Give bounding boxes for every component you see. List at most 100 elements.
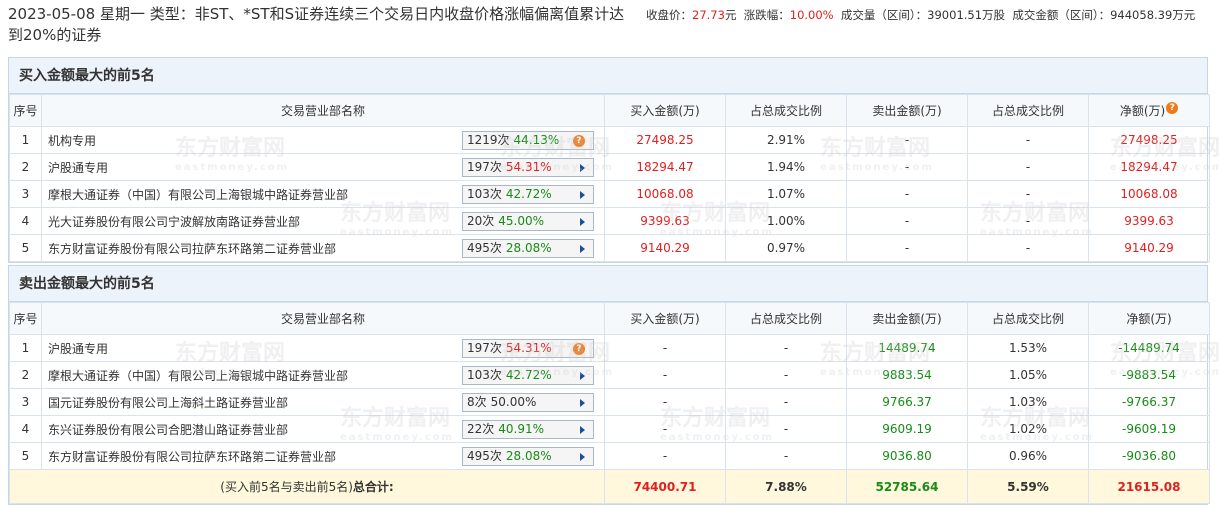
buy-amount: 27498.25: [604, 126, 726, 154]
branch-stat-box[interactable]: 1219次 44.13%?: [462, 131, 594, 150]
buy-amount: -: [604, 334, 726, 362]
branch-count: 103次: [467, 368, 502, 382]
sell-amount: -: [846, 180, 968, 208]
branch-name[interactable]: 东兴证券股份有限公司合肥潜山路证券营业部: [48, 423, 288, 437]
amount-label: 成交金额（区间）：: [1012, 8, 1111, 22]
buy-ratio: 1.00%: [725, 207, 847, 235]
table-row: 4 东兴证券股份有限公司合肥潜山路证券营业部 22次 40.91% - -9609.19 1…: [9, 415, 1210, 443]
buy-ratio: 1.94%: [725, 153, 847, 181]
branch-rate: 54.31%: [505, 341, 552, 355]
arrow-right-icon[interactable]: [580, 218, 585, 226]
row-index: 1: [9, 126, 42, 154]
row-index: 2: [9, 153, 42, 181]
branch-stat-box[interactable]: 197次 54.31%: [462, 158, 594, 177]
buy-ratio: -: [725, 388, 847, 416]
branch-name[interactable]: 机构专用: [48, 134, 96, 148]
sell-panel: 卖出金额最大的前5名 序号 交易营业部名称 买入金额(万) 占总成交比例 卖出金…: [8, 265, 1210, 505]
branch-name-cell: 沪股通专用 197次 54.31%: [41, 153, 605, 181]
branch-name[interactable]: 沪股通专用: [48, 342, 108, 356]
net-amount: -9609.19: [1088, 415, 1210, 443]
amount-value: 944058.39万元: [1110, 8, 1196, 22]
branch-name[interactable]: 摩根大通证券（中国）有限公司上海银城中路证券营业部: [48, 188, 348, 202]
branch-name[interactable]: 光大证券股份有限公司宁波解放南路证券营业部: [48, 215, 300, 229]
arrow-right-icon[interactable]: [580, 426, 585, 434]
arrow-right-icon[interactable]: [580, 453, 585, 461]
branch-name[interactable]: 沪股通专用: [48, 161, 108, 175]
buy-amount: 18294.47: [604, 153, 726, 181]
row-index: 1: [9, 334, 42, 362]
buy-amount: -: [604, 442, 726, 470]
buy-ratio: -: [725, 361, 847, 389]
sell-ratio: 1.53%: [967, 334, 1089, 362]
table-row: 1 沪股通专用 197次 54.31%? - -14489.74 1.53% -14489.7…: [9, 334, 1210, 362]
branch-rate: 28.08%: [505, 241, 552, 255]
branch-stat-box[interactable]: 103次 42.72%: [462, 366, 594, 385]
net-amount: 18294.47: [1088, 153, 1210, 181]
summary-label: (买入前5名与卖出前5名)总合计:: [9, 469, 605, 504]
net-amount: 9140.29: [1088, 234, 1210, 262]
branch-name[interactable]: 东方财富证券股份有限公司拉萨东环路第二证券营业部: [48, 450, 336, 464]
branch-stat-box[interactable]: 197次 54.31%?: [462, 339, 594, 358]
table-row: 3 国元证券股份有限公司上海斜土路证券营业部 8次 50.00% - -9766.37 1.…: [9, 388, 1210, 416]
net-amount: -9766.37: [1088, 388, 1210, 416]
branch-stat-box[interactable]: 495次 28.08%: [462, 239, 594, 258]
sell-amount: 9766.37: [846, 388, 968, 416]
col-net-label: 净额(万): [1119, 104, 1166, 118]
sell-amount: 9609.19: [846, 415, 968, 443]
table-row: 3 摩根大通证券（中国）有限公司上海银城中路证券营业部 103次 42.72% 1006…: [9, 180, 1210, 208]
sell-ratio: -: [967, 207, 1089, 235]
arrow-right-icon[interactable]: [580, 372, 585, 380]
branch-name[interactable]: 国元证券股份有限公司上海斜土路证券营业部: [48, 396, 288, 410]
branch-count: 495次: [467, 449, 502, 463]
sell-ratio: -: [967, 153, 1089, 181]
row-index: 2: [9, 361, 42, 389]
col-buy-amount: 买入金额(万): [604, 302, 726, 335]
question-icon[interactable]: ?: [1166, 102, 1179, 114]
arrow-right-icon[interactable]: [580, 399, 585, 407]
branch-name-cell: 机构专用 1219次 44.13%?: [41, 126, 605, 154]
question-icon[interactable]: ?: [573, 343, 585, 355]
branch-count: 495次: [467, 241, 502, 255]
table-row: 5 东方财富证券股份有限公司拉萨东环路第二证券营业部 495次 28.08% 9140.…: [9, 234, 1210, 262]
net-amount: -9036.80: [1088, 442, 1210, 470]
branch-name[interactable]: 东方财富证券股份有限公司拉萨东环路第二证券营业部: [48, 242, 336, 256]
buy-amount: -: [604, 388, 726, 416]
branch-rate: 54.31%: [505, 160, 552, 174]
sell-amount: -: [846, 234, 968, 262]
col-sell-amount: 卖出金额(万): [846, 302, 968, 335]
table-row: 5 东方财富证券股份有限公司拉萨东环路第二证券营业部 495次 28.08% - -903…: [9, 442, 1210, 470]
col-branch-name: 交易营业部名称: [41, 302, 605, 335]
table-row: 4 光大证券股份有限公司宁波解放南路证券营业部 20次 45.00% 9399.63 1.…: [9, 207, 1210, 235]
branch-stat-box[interactable]: 103次 42.72%: [462, 185, 594, 204]
branch-name[interactable]: 摩根大通证券（中国）有限公司上海银城中路证券营业部: [48, 369, 348, 383]
arrow-right-icon[interactable]: [580, 245, 585, 253]
branch-name-cell: 东方财富证券股份有限公司拉萨东环路第二证券营业部 495次 28.08%: [41, 234, 605, 262]
branch-rate: 44.13%: [513, 133, 560, 147]
buy-amount: -: [604, 415, 726, 443]
col-branch-name: 交易营业部名称: [41, 94, 605, 127]
net-amount: 10068.08: [1088, 180, 1210, 208]
arrow-right-icon[interactable]: [580, 164, 585, 172]
table-row: 1 机构专用 1219次 44.13%? 27498.25 2.91% - -27498.25: [9, 126, 1210, 154]
summary-label-bold: 总合计:: [352, 480, 394, 494]
sell-section-title: 卖出金额最大的前5名: [9, 266, 1207, 302]
buy-ratio: 2.91%: [725, 126, 847, 154]
col-buy-amount: 买入金额(万): [604, 94, 726, 127]
sell-ratio: 0.96%: [967, 442, 1089, 470]
question-icon[interactable]: ?: [573, 135, 585, 147]
branch-rate: 45.00%: [498, 214, 545, 228]
arrow-right-icon[interactable]: [580, 191, 585, 199]
branch-name-cell: 摩根大通证券（中国）有限公司上海银城中路证券营业部 103次 42.72%: [41, 180, 605, 208]
branch-name-cell: 国元证券股份有限公司上海斜土路证券营业部 8次 50.00%: [41, 388, 605, 416]
row-index: 3: [9, 388, 42, 416]
branch-name-cell: 光大证券股份有限公司宁波解放南路证券营业部 20次 45.00%: [41, 207, 605, 235]
branch-name-cell: 东方财富证券股份有限公司拉萨东环路第二证券营业部 495次 28.08%: [41, 442, 605, 470]
branch-count: 1219次: [467, 133, 510, 147]
col-buy-ratio: 占总成交比例: [725, 94, 847, 127]
branch-stat-box[interactable]: 22次 40.91%: [462, 420, 594, 439]
branch-stat-box[interactable]: 8次 50.00%: [462, 393, 594, 412]
branch-stat-box[interactable]: 20次 45.00%: [462, 212, 594, 231]
summary-net-total: 21615.08: [1088, 469, 1210, 504]
branch-stat-box[interactable]: 495次 28.08%: [462, 447, 594, 466]
table-row: 2 摩根大通证券（中国）有限公司上海银城中路证券营业部 103次 42.72% - -98…: [9, 361, 1210, 389]
